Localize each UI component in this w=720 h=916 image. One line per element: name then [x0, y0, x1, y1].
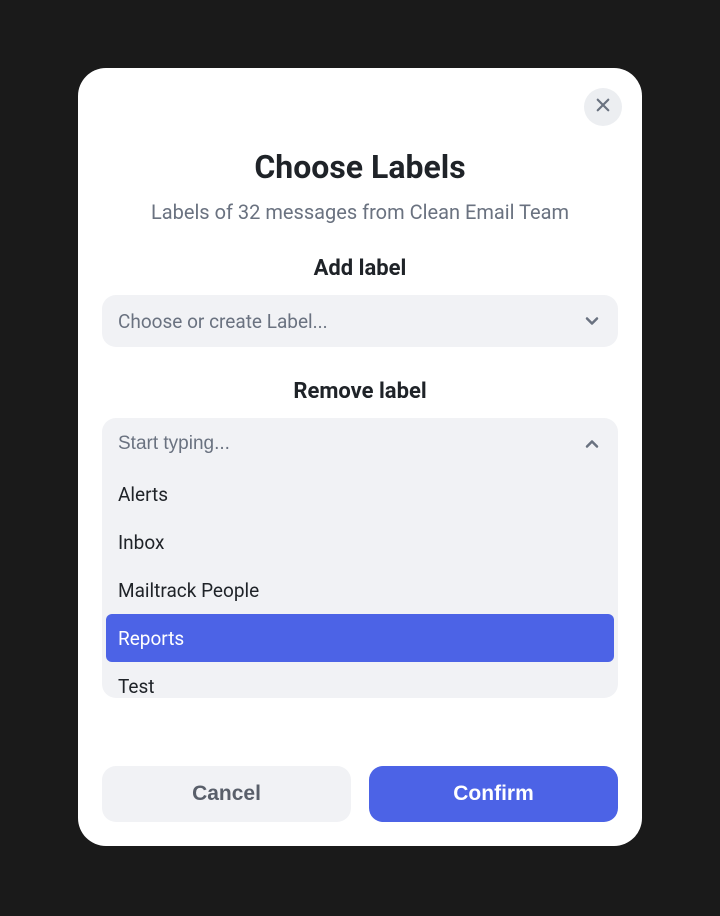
- add-label-placeholder: Choose or create Label...: [118, 310, 328, 333]
- cancel-button[interactable]: Cancel: [102, 766, 351, 822]
- add-label-select[interactable]: Choose or create Label...: [102, 295, 618, 347]
- remove-label-combobox: Alerts Inbox Mailtrack People Reports Te…: [102, 418, 618, 698]
- remove-option-reports[interactable]: Reports: [106, 614, 614, 662]
- remove-option-inbox[interactable]: Inbox: [102, 518, 618, 566]
- remove-option-test[interactable]: Test: [102, 662, 618, 698]
- chevron-up-icon: [582, 434, 602, 454]
- modal-footer-buttons: Cancel Confirm: [102, 746, 618, 822]
- remove-option-mailtrack-people[interactable]: Mailtrack People: [102, 566, 618, 614]
- close-button[interactable]: [584, 88, 622, 126]
- confirm-button[interactable]: Confirm: [369, 766, 618, 822]
- modal-title: Choose Labels: [102, 148, 618, 186]
- remove-option-alerts[interactable]: Alerts: [102, 470, 618, 518]
- remove-label-input-row: [102, 418, 618, 470]
- close-icon: [594, 96, 612, 118]
- remove-label-heading: Remove label: [102, 379, 618, 404]
- modal-subtitle: Labels of 32 messages from Clean Email T…: [102, 200, 618, 224]
- choose-labels-modal: Choose Labels Labels of 32 messages from…: [78, 68, 642, 846]
- remove-label-input[interactable]: [118, 433, 582, 455]
- chevron-down-icon: [582, 311, 602, 331]
- add-label-heading: Add label: [102, 256, 618, 281]
